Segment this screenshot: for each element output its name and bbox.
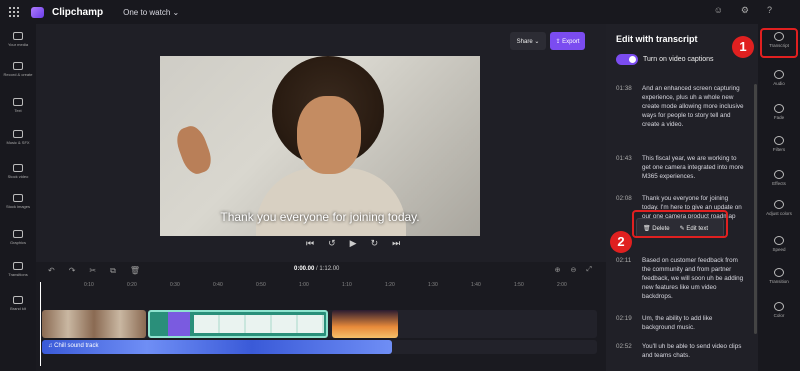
camera-icon [13,62,23,70]
fade-icon [774,104,784,113]
timeline-ruler: 0:10 0:20 0:30 0:40 0:50 1:00 1:10 1:20 … [84,282,567,288]
project-name-dropdown[interactable]: One to watch ⌄ [123,8,179,17]
image-icon [13,194,23,202]
effects-icon [774,170,784,179]
step-two-marker: 2 [610,231,632,253]
share-button[interactable]: Share ⌄ [510,32,546,50]
audio-clip[interactable]: ♫ Chill sound track [42,340,392,354]
highlight-box-popup [632,210,728,238]
help-icon[interactable]: ? [767,5,772,16]
sidebar-item-your-media[interactable]: Your media [0,32,36,47]
left-sidebar: Your media Record & create Text Music & … [0,24,36,371]
person-body [256,168,406,236]
sidebar-item-transcript[interactable]: Transcript [758,32,800,48]
split-icon[interactable]: ✂ [89,266,96,276]
captions-toggle[interactable] [616,54,638,65]
adjust-colors-icon [774,200,784,209]
brand-kit-icon [13,296,23,304]
captions-toggle-label: Turn on video captions [643,56,714,63]
sidebar-item-speed[interactable]: Speed [758,236,800,252]
transition-icon [774,268,784,277]
sidebar-item-stock-images[interactable]: Stock images [0,194,36,209]
audio-icon [774,70,784,79]
app-launcher-icon[interactable] [9,7,19,17]
sidebar-item-fade[interactable]: Fade [758,104,800,120]
zoom-out-icon[interactable]: ⊖ [571,266,577,274]
transcript-icon [774,32,784,41]
timeline: ↶ ↷ ✂ ⧉ 🗑 0:00.00 / 1:12.00 ⊕ ⊖ ⤢ 0:10 0… [36,262,606,371]
skip-back-icon[interactable]: ⏮ [306,238,314,249]
sidebar-item-audio[interactable]: Audio [758,70,800,86]
sidebar-item-music[interactable]: Music & SFX [0,130,36,145]
right-sidebar: Transcript Audio Fade Filters Effects Ad… [758,24,800,371]
music-icon [13,130,23,138]
step-one-marker: 1 [732,36,754,58]
transcript-panel: Edit with transcript Turn on video capti… [606,24,758,371]
settings-icon[interactable]: ⚙ [741,5,749,16]
fit-icon[interactable]: ⤢ [586,266,592,274]
undo-icon[interactable]: ↶ [48,266,55,276]
sidebar-item-adjust-colors[interactable]: Adjust colors [758,200,800,216]
sidebar-item-stock-video[interactable]: Stock video [0,164,36,179]
person-face [297,96,361,174]
skip-forward-icon[interactable]: ⏭ [392,238,400,249]
color-icon [774,302,784,311]
filters-icon [774,136,784,145]
sidebar-item-brand-kit[interactable]: Brand kit [0,296,36,311]
sidebar-item-transition[interactable]: Transition [758,268,800,284]
transitions-icon [13,262,23,270]
graphics-icon [13,230,23,238]
text-icon [13,98,23,106]
playhead[interactable] [40,282,41,366]
sidebar-item-color[interactable]: Color [758,302,800,318]
sidebar-item-record[interactable]: Record & create [0,62,36,77]
sidebar-item-transitions[interactable]: Transitions [0,262,36,277]
video-clip-sunset[interactable] [332,310,398,338]
speed-icon [774,236,784,245]
play-icon[interactable]: ▶ [350,238,357,249]
video-clips [42,310,398,338]
stock-video-icon [13,164,23,172]
redo-icon[interactable]: ↷ [69,266,76,276]
timecode: 0:00.00 / 1:12.00 [294,266,340,272]
clipchamp-logo [31,6,44,18]
rewind-icon[interactable]: ↺ [328,238,336,249]
preview-stage: Share ⌄ ⇪ Export Thank you everyone for … [36,24,625,273]
sidebar-item-filters[interactable]: Filters [758,136,800,152]
video-clip-screen[interactable] [148,310,328,338]
app-name: Clipchamp [52,6,104,18]
video-caption: Thank you everyone for joining today. [220,210,420,224]
zoom-in-icon[interactable]: ⊕ [555,266,561,274]
delete-icon[interactable]: 🗑 [130,266,140,276]
feedback-icon[interactable]: ☺ [714,5,723,16]
sidebar-item-text[interactable]: Text [0,98,36,113]
top-bar: Clipchamp One to watch ⌄ ☺ ⚙ ? [0,0,800,24]
person-hand [172,122,216,178]
folder-icon [13,32,23,40]
export-button[interactable]: ⇪ Export [550,32,585,50]
transcript-scrollbar[interactable] [754,84,757,334]
duplicate-icon[interactable]: ⧉ [110,266,116,276]
panel-title: Edit with transcript [616,34,698,44]
sidebar-item-graphics[interactable]: Graphics [0,230,36,245]
forward-icon[interactable]: ↻ [371,238,379,249]
video-preview[interactable]: Thank you everyone for joining today. [160,56,480,236]
video-clip-person[interactable] [42,310,146,338]
playback-controls: ⏮ ↺ ▶ ↻ ⏭ [306,238,400,249]
sidebar-item-effects[interactable]: Effects [758,170,800,186]
